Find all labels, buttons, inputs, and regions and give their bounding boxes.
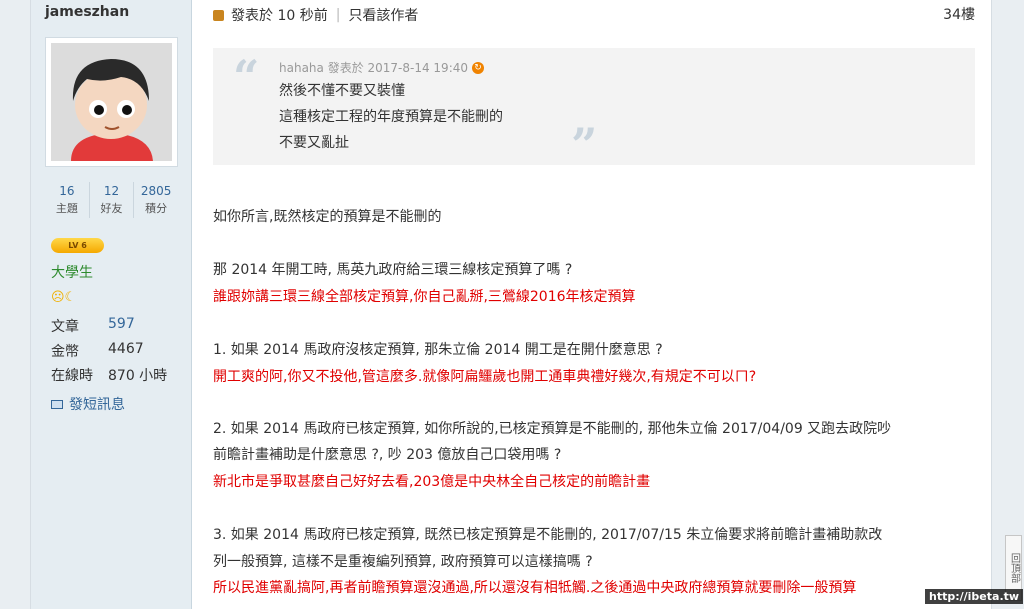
close-quote-icon: ” [571,118,598,172]
stat-points-count[interactable]: 2805 [134,182,178,200]
post-line: 如你所言,既然核定的預算是不能刪的 [213,209,442,225]
watermark: http://ibeta.tw [925,589,1024,604]
post-content: 發表於 10 秒前 | 只看該作者 34樓 “ hahaha 發表於 2017-… [213,0,975,609]
info-posts-label: 文章 [51,319,79,335]
author-sidebar: jameszhan 16 主題 12 好友 2805 積分 LV 6 大學生 ☹… [31,0,192,609]
stat-points[interactable]: 2805 積分 [134,182,178,218]
post-info: 發表於 10 秒前 | 只看該作者 [213,5,418,25]
post-line: 那 2014 年開工時, 馬英九政府給三環三線核定預算了嗎 ? [213,262,573,278]
info-online-time-value: 870 小時 [108,368,168,384]
post-line: 3. 如果 2014 馬政府已核定預算, 既然已核定預算是不能刪的, 2017/… [213,527,883,543]
send-pm-link[interactable]: 發短訊息 [51,394,125,414]
user-rank: 大學生 [51,265,93,281]
post-line-red: 所以民進黨亂搞阿,再者前瞻預算還沒通過,所以還沒有相牴觸.之後通過中央政府總預算… [213,580,857,596]
back-to-top-label[interactable]: 回頂部 [1008,553,1020,583]
info-posts-value[interactable]: 597 [108,316,135,336]
post-time: 發表於 10 秒前 [231,8,328,24]
mail-icon [51,399,63,409]
quote-block: “ hahaha 發表於 2017-8-14 19:40 ↻ 然後不懂不要又裝懂… [213,48,975,172]
goto-arrow-icon[interactable]: ↻ [472,61,485,74]
stat-friends-count[interactable]: 12 [90,182,134,200]
post-line-red: 誰跟妳講三環三線全部核定預算,你自己亂掰,三鶯線2016年核定預算 [213,289,636,305]
info-coins-value: 4467 [108,341,144,357]
quote-header: hahaha 發表於 2017-8-14 19:40 ↻ [279,59,485,76]
post-line: 列一般預算, 這樣不是重複編列預算, 政府預算可以這樣搞嗎 ? [213,554,593,570]
level-badge: LV 6 [51,238,104,253]
info-online-time: 在線時 870 小時 [51,365,167,385]
post-line-red: 新北市是爭取甚麼自己好好去看,203億是中央林全自己核定的前瞻計畫 [213,474,651,490]
info-coins: 金幣 4467 [51,341,144,361]
avatar-image [51,43,172,161]
stat-points-label: 積分 [145,202,168,215]
stat-friends-label: 好友 [100,202,123,215]
post-line: 1. 如果 2014 馬政府沒核定預算, 那朱立倫 2014 開工是在開什麼意思… [213,342,663,358]
post-line: 前瞻計畫補助是什麼意思 ?, 吵 203 億放自己口袋用嗎 ? [213,447,562,463]
post-icon [213,9,224,21]
info-coins-label: 金幣 [51,344,79,360]
quote-author-time: hahaha 發表於 2017-8-14 19:40 [279,61,469,75]
quote-line: 不要又亂扯 [279,135,349,151]
post-line-red: 開工爽的阿,你又不投他,管這麼多.就像阿扁鱷歲也開工通車典禮好幾次,有規定不可以… [213,369,757,385]
avatar[interactable] [51,43,172,161]
post-line: 2. 如果 2014 馬政府已核定預算, 如你所說的,已核定預算是不能刪的, 那… [213,421,892,437]
stat-threads-count[interactable]: 16 [45,182,89,200]
open-quote-icon: “ [233,50,260,104]
stat-threads[interactable]: 16 主題 [45,182,90,218]
send-pm-label[interactable]: 發短訊息 [69,394,125,414]
info-online-time-label: 在線時 [51,368,93,384]
quote-line: 這種核定工程的年度預算是不能刪的 [279,109,503,125]
avatar-frame[interactable] [45,37,178,167]
quote-line: 然後不懂不要又裝懂 [279,83,405,99]
author-username[interactable]: jameszhan [45,4,129,20]
medal-icon: ☹☾ [51,290,77,305]
author-stats: 16 主題 12 好友 2805 積分 [45,182,178,218]
stat-threads-label: 主題 [55,202,78,215]
separator: | [335,7,341,23]
page-container: jameszhan 16 主題 12 好友 2805 積分 LV 6 大學生 ☹… [30,0,992,609]
info-posts: 文章 597 [51,316,135,336]
floor-number[interactable]: 34樓 [943,4,975,24]
stat-friends[interactable]: 12 好友 [90,182,135,218]
author-only-link[interactable]: 只看該作者 [348,5,418,25]
